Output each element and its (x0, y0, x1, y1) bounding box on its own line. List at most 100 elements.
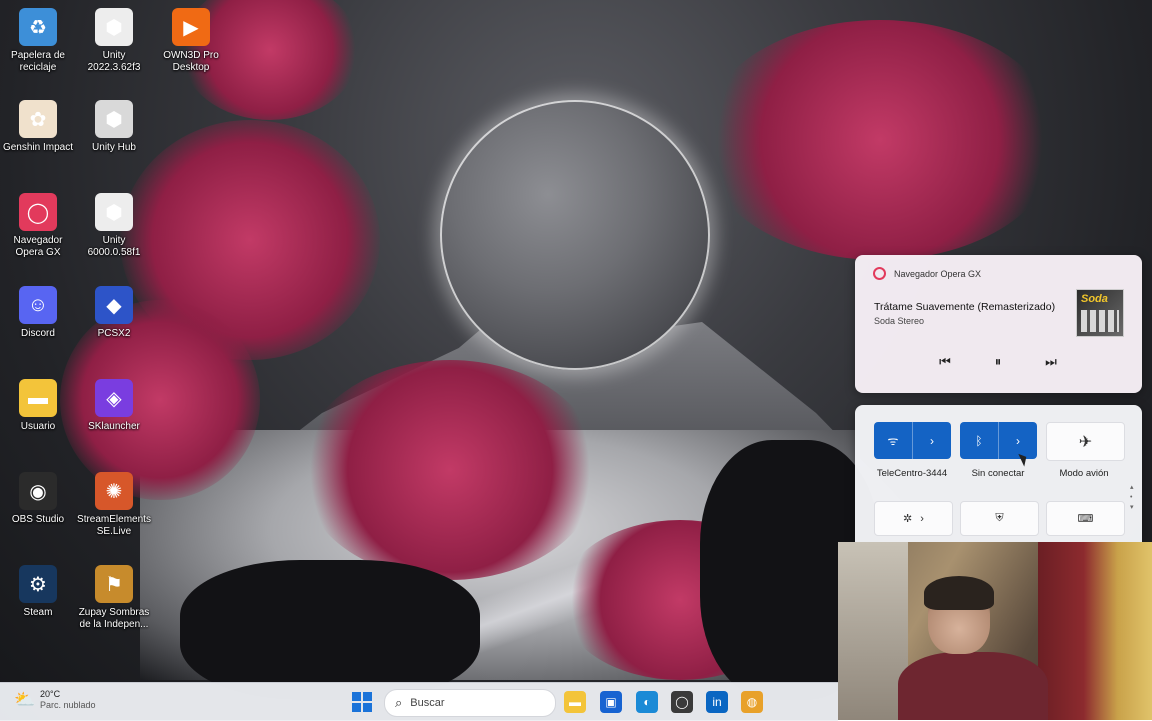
wifi-label: TeleCentro-3444 (876, 468, 948, 479)
keyboard-icon: ⌨ (1077, 513, 1094, 525)
streamelements-icon: ✺ (95, 472, 133, 510)
wallpaper-foreground (180, 560, 480, 700)
desktop-icon-label: Unity Hub (92, 142, 136, 153)
windows-logo-icon (363, 692, 372, 701)
wifi-icon[interactable]: ᯤ (874, 422, 912, 459)
genshin-icon: ✿ (19, 100, 57, 138)
desktop-icon-discord[interactable]: ☺ Discord (0, 286, 76, 340)
store-icon: ▣ (605, 695, 617, 709)
desktop-icon-label: Discord (21, 328, 55, 339)
desktop-icon-label: SKlauncher (88, 421, 140, 432)
desktop-icon-sklauncher[interactable]: ◈ SKlauncher (76, 379, 152, 433)
opera-gx-icon (873, 267, 886, 280)
unity-icon: ⬢ (95, 8, 133, 46)
wallpaper-tree (700, 20, 1060, 260)
chevron-right-icon: › (930, 433, 934, 448)
desktop-icon-label: Papelera de reciclaje (11, 50, 65, 73)
desktop-icon-opera[interactable]: ◯ Navegador Opera GX (0, 193, 76, 259)
recycle-bin-icon: ♻ (19, 8, 57, 46)
linkedin-icon: in (712, 695, 722, 709)
chevron-right-icon: › (1016, 433, 1020, 448)
notification-app-name: Navegador Opera GX (894, 268, 982, 279)
folder-icon: ▬ (19, 379, 57, 417)
taskbar-app-edge[interactable]: ◐ (636, 691, 658, 713)
taskbar-search[interactable]: ⌕ Buscar (384, 689, 556, 717)
webcam-shirt (898, 652, 1048, 720)
file-explorer-icon: ▬ (569, 695, 581, 709)
pcsx2-icon: ◆ (95, 286, 133, 324)
desktop-icon-label: OWN3D Pro Desktop (163, 50, 219, 73)
desktop-icon-obs[interactable]: ◉ OBS Studio (0, 472, 76, 526)
opera-gx-icon: ◯ (675, 695, 689, 709)
bluetooth-toggle[interactable]: ᛒ › (960, 422, 1037, 459)
next-icon: ⏭ (1045, 354, 1057, 369)
wifi-toggle[interactable]: ᯤ › (874, 422, 951, 459)
search-icon: ⌕ (395, 695, 403, 710)
taskbar-app-store[interactable]: ▣ (600, 691, 622, 713)
taskbar-app-chrome[interactable]: ◍ (741, 691, 763, 713)
pause-button[interactable]: ⏸ (986, 353, 1010, 371)
album-art: Soda (1076, 289, 1124, 337)
webcam-overlay (838, 542, 1152, 720)
desktop-icon-streamelements[interactable]: ✺ StreamElements SE.Live (76, 472, 152, 538)
previous-icon: ⏮ (939, 354, 951, 369)
desktop-icon-label: Genshin Impact (2, 142, 74, 153)
webcam-person (898, 576, 1048, 720)
taskbar-app-linkedin[interactable]: in (706, 691, 728, 713)
notification-app: Navegador Opera GX (873, 267, 981, 280)
weather-temp: 20°C (40, 689, 61, 699)
vpn-toggle[interactable]: ⛨ (960, 501, 1039, 536)
search-placeholder: Buscar (410, 697, 445, 709)
weather-widget[interactable]: ⛅ 20°C Parc. nublado (14, 689, 96, 711)
desktop-icon-genshin[interactable]: ✿ Genshin Impact (0, 100, 76, 154)
windows-logo-icon (363, 703, 372, 712)
wifi-chevron-button[interactable]: › (913, 422, 951, 459)
airplane-mode-label: Modo avión (1059, 468, 1109, 479)
desktop-icon-usuario[interactable]: ▬ Usuario (0, 379, 76, 433)
desktop-icon-unityhub[interactable]: ⬢ Unity Hub (76, 100, 152, 154)
taskbar-app-opera[interactable]: ◯ (671, 691, 693, 713)
keyboard-toggle[interactable]: ⌨ (1046, 501, 1125, 536)
desktop-icon-unity6[interactable]: ⬢ Unity 6000.0.58f1 (76, 193, 152, 259)
desktop-icon-label: OBS Studio (11, 514, 65, 525)
taskbar-app-file-explorer[interactable]: ▬ (564, 691, 586, 713)
airplane-mode-toggle[interactable]: ✈ (1046, 422, 1125, 461)
desktop-icon-label: StreamElements SE.Live (77, 514, 151, 537)
webcam-hair (924, 576, 994, 610)
desktop-icon-label: Steam (23, 607, 53, 618)
wallpaper-moon (440, 100, 710, 370)
desktop-icon-label: Usuario (20, 421, 56, 432)
windows-logo-icon (352, 703, 361, 712)
edge-icon: ◐ (643, 695, 651, 709)
desktop-icon-zupay[interactable]: ⚑ Zupay Sombras de la Indepen... (76, 565, 152, 631)
bluetooth-icon[interactable]: ᛒ (960, 422, 998, 459)
next-track-button[interactable]: ⏭ (1039, 353, 1063, 371)
pause-icon: ⏸ (994, 354, 1002, 369)
wallpaper-tree (300, 360, 600, 580)
album-art-photo (1081, 310, 1119, 332)
desktop-icon-steam[interactable]: ⚙ Steam (0, 565, 76, 619)
start-button[interactable] (352, 692, 372, 712)
bluetooth-label: Sin conectar (971, 468, 1025, 479)
media-notification[interactable]: Navegador Opera GX Trátame Suavemente (R… (855, 255, 1142, 393)
quick-settings-panel: ᯤ › TeleCentro-3444 ᛒ › Sin conectar ✈ M… (855, 405, 1142, 542)
desktop-icon-own3d[interactable]: ▶ OWN3D Pro Desktop (153, 8, 229, 74)
accessibility-toggle[interactable]: ✲ › (874, 501, 953, 536)
desktop-icon-label: Unity 6000.0.58f1 (87, 235, 141, 258)
desktop-icon-pcsx2[interactable]: ◆ PCSX2 (76, 286, 152, 340)
game-icon: ⚑ (95, 565, 133, 603)
desktop-icon-label: Unity 2022.3.62f3 (87, 50, 141, 73)
album-art-text: Soda (1081, 293, 1108, 305)
desktop-icon-unity2022[interactable]: ⬢ Unity 2022.3.62f3 (76, 8, 152, 74)
desktop-icon-label: Zupay Sombras de la Indepen... (78, 607, 150, 630)
steam-icon: ⚙ (19, 565, 57, 603)
chrome-icon: ◍ (746, 695, 758, 709)
previous-track-button[interactable]: ⏮ (933, 353, 957, 371)
desktop-icon-label: PCSX2 (97, 328, 131, 339)
shield-icon: ⛨ (995, 512, 1004, 524)
unity-icon: ⬢ (95, 193, 133, 231)
desktop-icon-recycle[interactable]: ♻ Papelera de reciclaje (0, 8, 76, 74)
quick-settings-scrollbar[interactable]: ▴ • ▾ (1130, 483, 1136, 513)
sklauncher-icon: ◈ (95, 379, 133, 417)
chevron-right-icon: › (920, 512, 924, 525)
